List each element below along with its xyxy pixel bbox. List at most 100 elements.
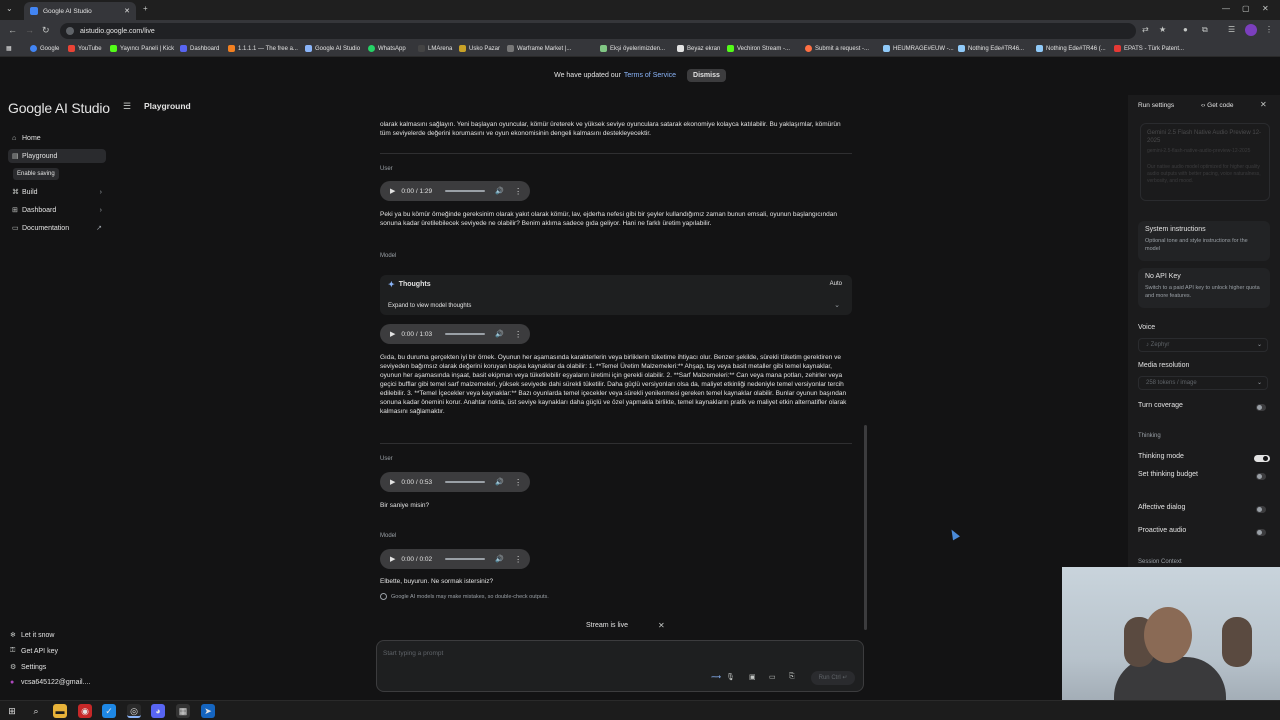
- bookmark-item[interactable]: Ekşi öyelerimizden...: [600, 45, 665, 52]
- audio-seek-bar[interactable]: [445, 558, 486, 560]
- bookmark-item[interactable]: Nothing Ede#TR46 (...: [1036, 45, 1106, 52]
- url-input[interactable]: aistudio.google.com/live: [60, 23, 1136, 39]
- audio-player[interactable]: ▶ 0:00 / 1:29 🔊 ⋮: [380, 181, 530, 201]
- app-logo[interactable]: Google AI Studio: [8, 100, 110, 116]
- sidebar-item-home[interactable]: ⌂ Home: [8, 131, 106, 145]
- play-icon[interactable]: ▶: [390, 187, 395, 195]
- profile-avatar[interactable]: [1245, 24, 1257, 36]
- enable-saving-button[interactable]: Enable saving: [13, 168, 59, 180]
- run-button[interactable]: Run Ctrl ↵: [811, 671, 855, 685]
- turn-coverage-toggle[interactable]: [1256, 404, 1266, 411]
- api-key-card[interactable]: No API Key Switch to a paid API key to u…: [1138, 268, 1270, 308]
- bookmark-item[interactable]: EPATS - Türk Patent...: [1114, 45, 1184, 52]
- more-options-icon[interactable]: ⋮: [514, 330, 522, 339]
- thoughts-panel[interactable]: ✦ Thoughts Auto Expand to view model thou…: [380, 275, 852, 315]
- extension-icon[interactable]: ●: [1183, 25, 1188, 34]
- app-icon[interactable]: ✓: [102, 704, 116, 718]
- attach-file-icon[interactable]: ⎘: [789, 673, 795, 681]
- file-explorer-icon[interactable]: ▬: [53, 704, 67, 718]
- bookmark-item[interactable]: YouTube: [68, 45, 102, 52]
- account-button[interactable]: ● vcsa645122@gmail....: [10, 679, 90, 686]
- get-api-key-button[interactable]: ⚿ Get API key: [10, 647, 58, 655]
- bookmark-item[interactable]: Usko Pazar: [459, 45, 500, 52]
- tab-menu-icon[interactable]: ⌄: [6, 4, 13, 13]
- window-close-icon[interactable]: ✕: [1262, 4, 1269, 13]
- search-icon[interactable]: ⌕: [29, 704, 43, 718]
- play-icon[interactable]: ▶: [390, 330, 395, 338]
- bookmark-item[interactable]: HEUMRAGE#EUW -...: [883, 45, 954, 52]
- session-context-header[interactable]: Session Context: [1138, 559, 1182, 565]
- model-selector[interactable]: Gemini 2.5 Flash Native Audio Preview 12…: [1140, 123, 1270, 201]
- microphone-icon[interactable]: 🎙: [726, 673, 735, 681]
- volume-icon[interactable]: 🔊: [495, 187, 504, 195]
- stop-stream-icon[interactable]: ✕: [658, 621, 665, 630]
- back-icon[interactable]: ←: [8, 25, 17, 35]
- browser-menu-icon[interactable]: ⋮: [1265, 25, 1273, 34]
- forward-icon[interactable]: →: [25, 25, 34, 35]
- bookmark-item[interactable]: WhatsApp: [368, 45, 406, 52]
- sidebar-item-playground[interactable]: ▤ Playground: [8, 149, 106, 163]
- bookmark-item[interactable]: Beyaz ekran: [677, 45, 720, 52]
- thinking-mode-toggle[interactable]: [1254, 455, 1270, 462]
- get-code-button[interactable]: ‹› Get code: [1201, 102, 1234, 109]
- tab-close-icon[interactable]: ✕: [124, 7, 130, 15]
- translate-icon[interactable]: ⇄: [1142, 25, 1149, 34]
- system-instructions-card[interactable]: System instructions Optional tone and st…: [1138, 221, 1270, 261]
- media-resolution-select[interactable]: 258 tokens / image ⌄: [1138, 376, 1268, 390]
- bookmark-star-icon[interactable]: ★: [1159, 25, 1166, 34]
- audio-seek-bar[interactable]: [445, 333, 486, 335]
- bookmark-item[interactable]: Google AI Studio: [305, 45, 360, 52]
- chevron-down-icon[interactable]: ⌄: [834, 301, 840, 309]
- thoughts-mode[interactable]: Auto: [830, 281, 842, 287]
- close-panel-icon[interactable]: ✕: [1260, 100, 1267, 109]
- more-options-icon[interactable]: ⋮: [514, 478, 522, 487]
- audio-player[interactable]: ▶ 0:00 / 0:53 🔊 ⋮: [380, 472, 530, 492]
- bookmark-item[interactable]: Dashboard: [180, 45, 219, 52]
- hamburger-menu-icon[interactable]: ☰: [123, 101, 131, 112]
- sidebar-icon[interactable]: ☰: [1228, 25, 1235, 34]
- prompt-input[interactable]: Start typing a prompt: [383, 650, 443, 657]
- webcam-icon[interactable]: ▣: [749, 673, 756, 681]
- chrome-icon[interactable]: ◎: [127, 704, 141, 718]
- audio-wave-icon[interactable]: ⟿: [711, 673, 721, 681]
- site-info-icon[interactable]: [66, 27, 74, 35]
- maximize-icon[interactable]: ▢: [1242, 4, 1250, 13]
- more-options-icon[interactable]: ⋮: [514, 555, 522, 564]
- app-icon[interactable]: ▦: [176, 704, 190, 718]
- audio-player[interactable]: ▶ 0:00 / 0:02 🔊 ⋮: [380, 549, 530, 569]
- bookmark-item[interactable]: Nothing Ede#TR46...: [958, 45, 1024, 52]
- volume-icon[interactable]: 🔊: [495, 330, 504, 338]
- play-icon[interactable]: ▶: [390, 555, 395, 563]
- bookmark-item[interactable]: Submit a request -...: [805, 45, 869, 52]
- apps-icon[interactable]: ▦: [6, 45, 12, 52]
- bookmark-item[interactable]: Yayıncı Paneli | Kick: [110, 45, 174, 52]
- bookmark-item[interactable]: 1.1.1.1 — The free a...: [228, 45, 298, 52]
- chat-scrollbar[interactable]: [864, 425, 867, 630]
- extensions-puzzle-icon[interactable]: ⧉: [1202, 25, 1208, 35]
- terms-link[interactable]: Terms of Service: [624, 72, 676, 79]
- proactive-audio-toggle[interactable]: [1256, 529, 1266, 536]
- new-tab-icon[interactable]: +: [143, 4, 148, 13]
- play-icon[interactable]: ▶: [390, 478, 395, 486]
- minimize-icon[interactable]: —: [1222, 4, 1230, 13]
- sidebar-item-build[interactable]: ⌘ Build ›: [8, 185, 106, 199]
- discord-icon[interactable]: ◕: [151, 704, 165, 718]
- browser-tab[interactable]: Google AI Studio ✕: [24, 2, 136, 20]
- volume-icon[interactable]: 🔊: [495, 478, 504, 486]
- voice-select[interactable]: ♪ Zephyr ⌄: [1138, 338, 1268, 352]
- volume-icon[interactable]: 🔊: [495, 555, 504, 563]
- bookmark-item[interactable]: Google: [30, 45, 59, 52]
- bookmark-item[interactable]: LMArena: [418, 45, 452, 52]
- expand-thoughts-link[interactable]: Expand to view model thoughts: [388, 303, 471, 309]
- app-icon[interactable]: ◉: [78, 704, 92, 718]
- app-icon[interactable]: ➤: [201, 704, 215, 718]
- bookmark-item[interactable]: Vechiron Stream -...: [727, 45, 790, 52]
- start-menu-icon[interactable]: ⊞: [5, 704, 19, 718]
- more-options-icon[interactable]: ⋮: [514, 187, 522, 196]
- bookmark-item[interactable]: Warframe Market |...: [507, 45, 571, 52]
- thinking-budget-toggle[interactable]: [1256, 473, 1266, 480]
- audio-player[interactable]: ▶ 0:00 / 1:03 🔊 ⋮: [380, 324, 530, 344]
- let-it-snow-button[interactable]: ❄ Let it snow: [10, 631, 54, 640]
- screen-share-icon[interactable]: ▭: [769, 673, 776, 681]
- sidebar-item-documentation[interactable]: ▭ Documentation ↗: [8, 221, 106, 235]
